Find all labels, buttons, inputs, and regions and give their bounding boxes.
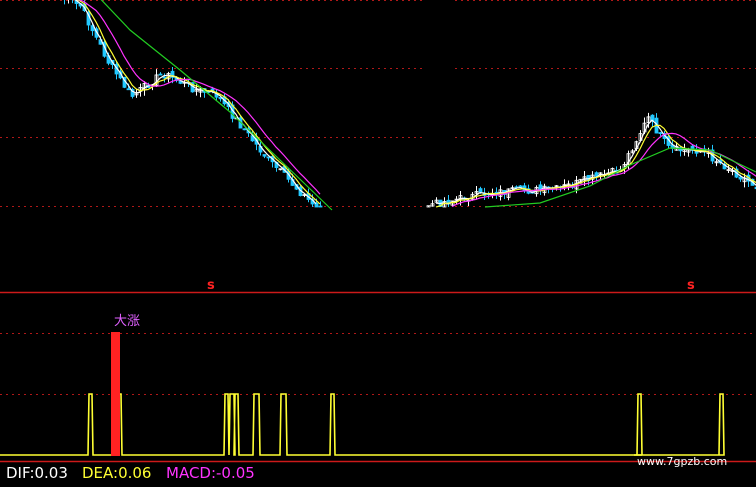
candle-body <box>162 76 167 79</box>
stock-chart-window: s s 大涨 DIF:0.03 DEA:0.06 MACD:-0.05 www.7g… <box>0 0 756 487</box>
ma20-line <box>77 0 756 208</box>
candle-body <box>518 185 523 188</box>
sell-marker: s <box>207 278 215 293</box>
price-and-indicator-chart: s s 大涨 <box>0 0 756 463</box>
ma5-line <box>74 0 756 205</box>
watermark: www.7gpzb.com <box>637 455 728 468</box>
signal-line <box>0 393 725 456</box>
signal-bar <box>111 332 120 456</box>
candle-body <box>738 176 743 180</box>
ma60-line <box>484 147 756 208</box>
candle-body <box>126 88 131 91</box>
candle-body <box>478 188 483 193</box>
candle-body <box>318 205 323 208</box>
candle-body <box>262 154 267 157</box>
candle-body <box>658 132 663 134</box>
candle-body <box>650 114 655 122</box>
candle-body <box>242 128 247 131</box>
dea-readout: DEA:0.06 <box>82 464 152 482</box>
dif-readout: DIF:0.03 <box>6 464 68 482</box>
macd-readout: MACD:-0.05 <box>166 464 255 482</box>
candle-body <box>158 73 163 76</box>
sell-marker: s <box>687 278 695 293</box>
signal-label: 大涨 <box>114 314 140 329</box>
ma10-line <box>76 0 756 208</box>
